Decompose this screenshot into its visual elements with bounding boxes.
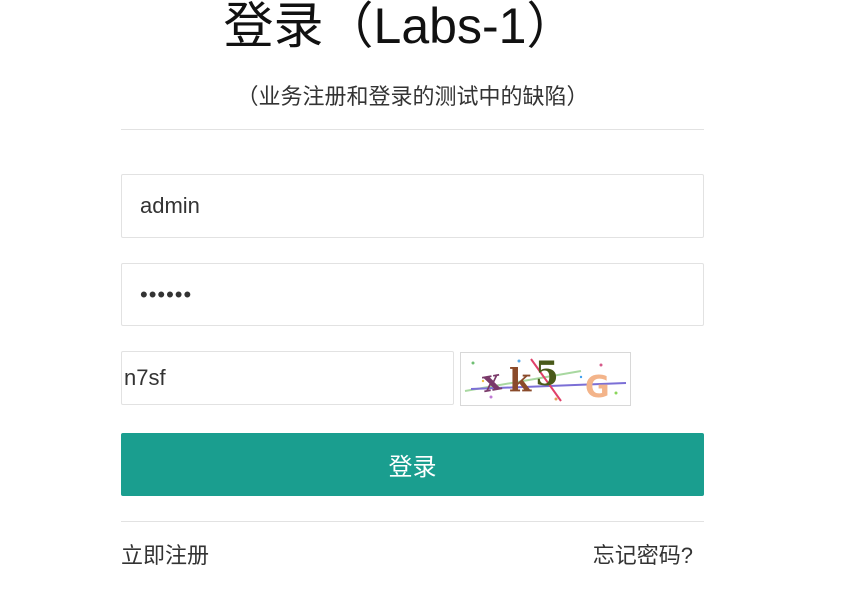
password-input[interactable] (121, 263, 704, 326)
header-divider (121, 129, 704, 130)
svg-text:k: k (509, 361, 532, 399)
username-input[interactable] (121, 174, 704, 238)
login-page: 登录（Labs-1） （业务注册和登录的测试中的缺陷） x k 5 G 登录 立… (0, 0, 865, 594)
footer-divider (121, 521, 704, 522)
forgot-password-link[interactable]: 忘记密码? (593, 540, 693, 572)
page-title: 登录（Labs-1） (223, 0, 577, 54)
register-link[interactable]: 立即注册 (121, 540, 209, 572)
page-subtitle: （业务注册和登录的测试中的缺陷） (236, 84, 589, 109)
svg-text:G: G (585, 370, 610, 405)
captcha-image[interactable]: x k 5 G (460, 352, 631, 406)
captcha-input[interactable] (121, 351, 454, 405)
svg-text:5: 5 (535, 354, 559, 394)
login-button[interactable]: 登录 (121, 433, 704, 496)
captcha-graphic: x k 5 G (461, 353, 630, 405)
